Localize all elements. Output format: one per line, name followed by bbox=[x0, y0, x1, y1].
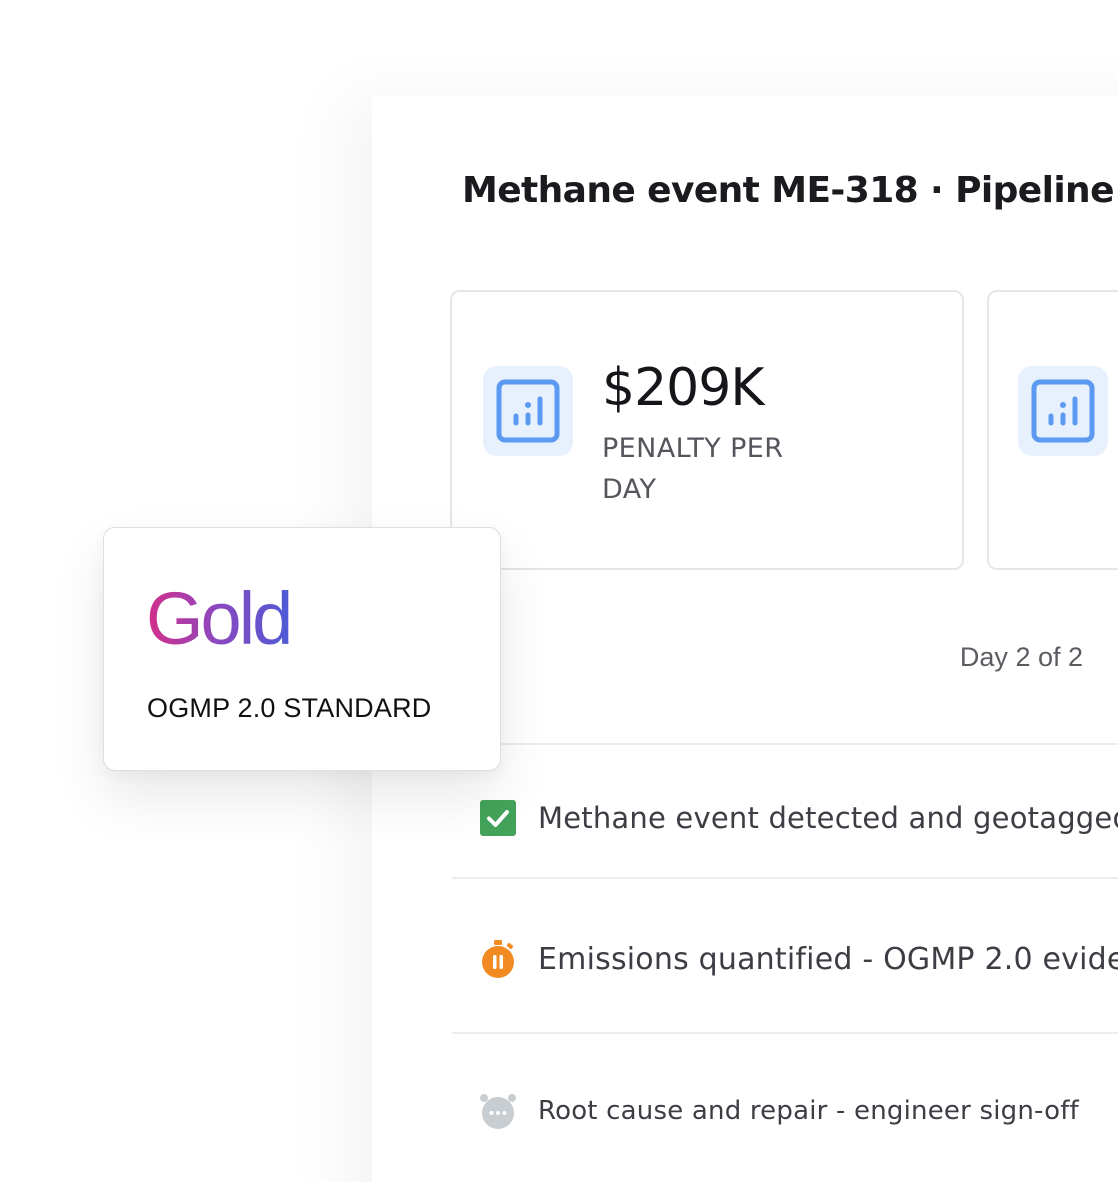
certification-card: Gold OGMP 2.0 STANDARD bbox=[103, 527, 501, 771]
task-label: Methane event detected and geotagged bbox=[538, 801, 1118, 835]
penalty-label: PENALTY PER DAY bbox=[602, 433, 784, 505]
task-label: Root cause and repair - engineer sign-of… bbox=[538, 1096, 1079, 1126]
certification-standard: OGMP 2.0 STANDARD bbox=[147, 693, 432, 723]
divider bbox=[452, 877, 1118, 879]
stat-card-penalty[interactable]: $209K PENALTY PER DAY bbox=[450, 290, 964, 570]
day-progress-label: Day 2 of 2 bbox=[959, 642, 1083, 672]
task-label: Emissions quantified - OGMP 2.0 evidence bbox=[538, 941, 1118, 977]
certification-level: Gold bbox=[146, 577, 293, 660]
event-title: Methane event ME-318 · Pipeline 12 bbox=[462, 170, 1118, 211]
bar-chart-icon bbox=[1018, 366, 1108, 456]
task-item-root-cause[interactable]: Root cause and repair - engineer sign-of… bbox=[478, 1091, 1079, 1131]
alarm-clock-pending-icon bbox=[478, 1091, 518, 1131]
bar-chart-icon bbox=[483, 366, 573, 456]
stat-card-secondary[interactable] bbox=[987, 290, 1118, 570]
task-item-quantified[interactable]: Emissions quantified - OGMP 2.0 evidence bbox=[478, 939, 1118, 979]
task-item-detected[interactable]: Methane event detected and geotagged bbox=[478, 798, 1118, 838]
checkbox-checked-icon bbox=[478, 798, 518, 838]
stage: Methane event ME-318 · Pipeline 12 $209K… bbox=[0, 0, 1118, 1182]
divider bbox=[452, 743, 1118, 745]
divider bbox=[452, 1032, 1118, 1034]
penalty-value: $209K bbox=[602, 358, 764, 418]
stopwatch-paused-icon bbox=[478, 939, 518, 979]
